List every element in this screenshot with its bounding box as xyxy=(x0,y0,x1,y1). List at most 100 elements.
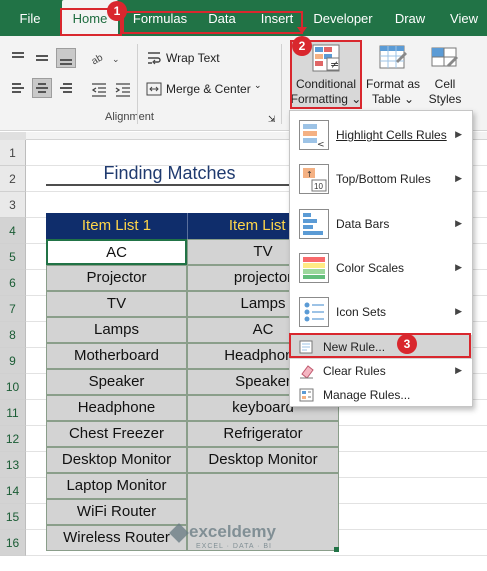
item-list-1-cell[interactable]: Projector xyxy=(46,265,187,291)
step-badge-3: 3 xyxy=(397,334,417,354)
wrap-text-button[interactable]: Wrap Text xyxy=(166,51,220,65)
new-rule-icon xyxy=(299,339,315,355)
row-header[interactable]: 6 xyxy=(0,270,26,296)
row-header[interactable]: 10 xyxy=(0,374,26,400)
orientation-button[interactable]: ab ⌄ xyxy=(90,48,122,68)
row-header[interactable]: 3 xyxy=(0,192,26,218)
menu-label-icon-sets: Icon Sets xyxy=(336,305,387,319)
row-header[interactable]: 12 xyxy=(0,426,26,452)
cell-styles-label-1: Cell xyxy=(434,77,456,91)
tab-formulas[interactable]: Formulas xyxy=(128,0,192,36)
row-header[interactable]: 8 xyxy=(0,322,26,348)
watermark-tagline: EXCEL · DATA · BI xyxy=(196,543,272,550)
svg-text:ab: ab xyxy=(90,52,105,67)
conditional-formatting-menu: < Highlight Cells Rules ▶ ↑ 10 Top/Bottom… xyxy=(289,110,473,407)
format-as-table-button[interactable]: Format as Table ⌄ xyxy=(364,40,422,109)
color-scales-icon xyxy=(299,253,329,283)
row-header[interactable]: 7 xyxy=(0,296,26,322)
row-header[interactable]: 2 xyxy=(0,166,26,192)
increase-indent-button[interactable] xyxy=(112,78,132,98)
step-badge-1: 1 xyxy=(107,1,127,21)
icon-sets-icon xyxy=(299,297,329,327)
item-list-2-cell[interactable]: Desktop Monitor xyxy=(187,447,339,473)
merge-center-button[interactable]: Merge & Center xyxy=(166,82,251,96)
item-list-2-cell[interactable]: Refrigerator xyxy=(187,421,339,447)
menu-item-new-rule[interactable]: New Rule... xyxy=(290,335,472,359)
menu-label-data-bars: Data Bars xyxy=(336,217,390,231)
format-as-table-label-1: Format as xyxy=(365,77,420,91)
row-header[interactable]: 4 xyxy=(0,218,26,244)
conditional-formatting-icon: ≠ xyxy=(312,44,340,72)
align-center-button[interactable] xyxy=(32,78,52,98)
align-bottom-button[interactable] xyxy=(56,48,76,68)
row-header[interactable]: 5 xyxy=(0,244,26,270)
menu-item-clear-rules[interactable]: Clear Rules ▶ xyxy=(290,359,472,383)
row-header[interactable]: 1 xyxy=(0,140,26,166)
item-list-1-cell[interactable]: Chest Freezer xyxy=(46,421,187,447)
menu-label-clear-rules: Clear Rules xyxy=(323,364,386,378)
fill-handle[interactable] xyxy=(334,547,339,552)
submenu-arrow-icon: ▶ xyxy=(455,262,462,272)
item-list-1-cell[interactable]: Motherboard xyxy=(46,343,187,369)
step-badge-2: 2 xyxy=(292,36,312,56)
item-list-1-cell[interactable]: Speaker xyxy=(46,369,187,395)
item-list-1-cell[interactable]: Desktop Monitor xyxy=(46,447,187,473)
item-list-1-cell[interactable]: Lamps xyxy=(46,317,187,343)
row-header[interactable]: 9 xyxy=(0,348,26,374)
submenu-arrow-icon: ▶ xyxy=(455,129,462,139)
alignment-dialog-launcher-icon[interactable]: ⇲ xyxy=(268,114,276,125)
menu-item-highlight-cells-rules[interactable]: < Highlight Cells Rules ▶ xyxy=(290,116,472,154)
watermark-brand: exceldemy xyxy=(189,522,276,541)
row-header[interactable]: 14 xyxy=(0,478,26,504)
tab-file[interactable]: File xyxy=(10,0,50,36)
item-list-1-cell[interactable]: Laptop Monitor xyxy=(46,473,187,499)
wrap-text-icon xyxy=(146,50,166,66)
menu-item-top-bottom-rules[interactable]: ↑ 10 Top/Bottom Rules ▶ xyxy=(290,160,472,198)
logo-mark-icon xyxy=(169,522,189,543)
align-top-button[interactable] xyxy=(8,48,28,68)
gridline xyxy=(26,555,487,556)
menu-label-color-scales: Color Scales xyxy=(336,261,405,275)
tab-data[interactable]: Data xyxy=(202,0,242,36)
item-list-1-cell[interactable]: WiFi Router xyxy=(46,499,187,525)
top-bottom-icon: ↑ 10 xyxy=(299,164,329,194)
format-as-table-icon xyxy=(379,45,407,69)
select-all-corner[interactable] xyxy=(0,132,26,140)
tab-draw[interactable]: Draw xyxy=(388,0,432,36)
menu-item-icon-sets[interactable]: Icon Sets ▶ xyxy=(290,293,472,331)
row-header[interactable]: 15 xyxy=(0,504,26,530)
menu-item-data-bars[interactable]: Data Bars ▶ xyxy=(290,205,472,243)
item-list-1-header[interactable]: Item List 1 xyxy=(46,213,187,239)
submenu-arrow-icon: ▶ xyxy=(455,365,462,375)
merge-dropdown-icon[interactable]: ⌄ xyxy=(254,80,262,91)
row-header[interactable]: 16 xyxy=(0,530,26,556)
menu-label-manage-rules: Manage Rules... xyxy=(323,388,411,402)
conditional-formatting-label-1: Conditional xyxy=(295,77,357,91)
menu-item-manage-rules[interactable]: Manage Rules... xyxy=(290,383,472,407)
ribbon-tab-bar: File Home Formulas Data Insert Developer… xyxy=(0,0,487,36)
align-middle-button[interactable] xyxy=(32,48,52,68)
menu-separator xyxy=(292,333,470,334)
orientation-icon: ab ⌄ xyxy=(90,52,120,67)
item-list-1-cell[interactable]: Wireless Router xyxy=(46,525,187,551)
format-as-table-label-2: Table ⌄ xyxy=(371,92,415,106)
svg-text:10: 10 xyxy=(314,182,323,191)
alignment-group-label: Alignment xyxy=(105,111,154,123)
item-list-1-cell[interactable]: TV xyxy=(46,291,187,317)
align-right-button[interactable] xyxy=(56,78,76,98)
row-header[interactable]: 13 xyxy=(0,452,26,478)
item-list-1-cell[interactable]: Headphone xyxy=(46,395,187,421)
decrease-indent-button[interactable] xyxy=(88,78,108,98)
item-list-1-cell[interactable]: AC xyxy=(46,239,187,265)
tab-developer[interactable]: Developer xyxy=(310,0,376,36)
menu-item-color-scales[interactable]: Color Scales ▶ xyxy=(290,249,472,287)
cell-styles-icon xyxy=(431,47,458,67)
ribbon-separator xyxy=(281,44,282,124)
align-left-button[interactable] xyxy=(8,78,28,98)
row-header[interactable]: 11 xyxy=(0,400,26,426)
tab-view[interactable]: View xyxy=(444,0,484,36)
eraser-icon xyxy=(299,363,315,379)
menu-label-top-bottom-rules: Top/Bottom Rules xyxy=(336,172,431,186)
menu-label-highlight-cells-rules: Highlight Cells Rules xyxy=(336,128,447,142)
cell-styles-button[interactable]: Cell Styles ⌄ xyxy=(422,40,468,121)
